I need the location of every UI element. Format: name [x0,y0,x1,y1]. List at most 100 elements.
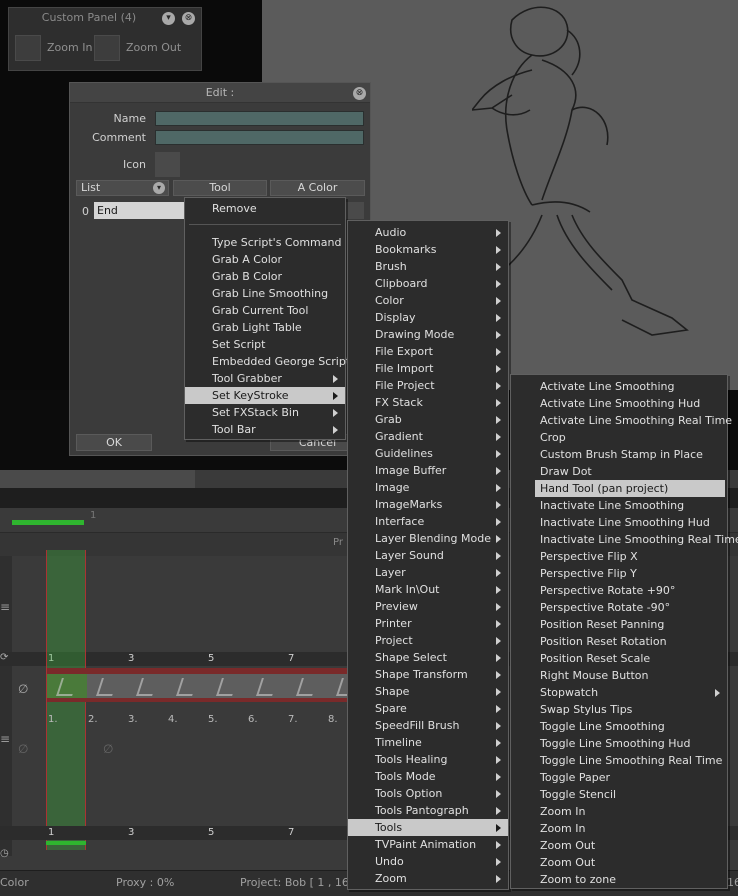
menu-item-zoom-in[interactable]: Zoom In [535,820,725,837]
menu-item-inactivate-line-smoothing-hud[interactable]: Inactivate Line Smoothing Hud [535,514,725,531]
list-row-value[interactable]: End [94,202,184,219]
menu-item-set-keystroke[interactable]: Set KeyStroke [185,387,345,404]
visibility-icon[interactable]: ∅ [103,742,113,756]
menu-item-perspective-rotate-90[interactable]: Perspective Rotate +90° [535,582,725,599]
tool-column-header[interactable]: Tool [173,180,267,196]
menu-item-color[interactable]: Color [348,292,508,309]
menu-item-grab-a-color[interactable]: Grab A Color [185,251,345,268]
menu-item-toggle-line-smoothing-real-time[interactable]: Toggle Line Smoothing Real Time [535,752,725,769]
menu-item-draw-dot[interactable]: Draw Dot [535,463,725,480]
menu-item-zoom-out[interactable]: Zoom Out [535,854,725,871]
menu-item-activate-line-smoothing[interactable]: Activate Line Smoothing [535,378,725,395]
menu-item-shape-select[interactable]: Shape Select [348,649,508,666]
menu-item-inactivate-line-smoothing-real-time[interactable]: Inactivate Line Smoothing Real Time [535,531,738,548]
menu-item-guidelines[interactable]: Guidelines [348,445,508,462]
menu-item-project[interactable]: Project [348,632,508,649]
menu-item-position-reset-panning[interactable]: Position Reset Panning [535,616,725,633]
menu-item-timeline[interactable]: Timeline [348,734,508,751]
menu-item-toggle-line-smoothing-hud[interactable]: Toggle Line Smoothing Hud [535,735,725,752]
chevron-down-icon[interactable]: ▾ [162,12,175,25]
menu-item-file-export[interactable]: File Export [348,343,508,360]
menu-item-inactivate-line-smoothing[interactable]: Inactivate Line Smoothing [535,497,725,514]
menu-item-drawing-mode[interactable]: Drawing Mode [348,326,508,343]
loop-icon[interactable]: ⟳ [0,652,8,663]
play-range-bar[interactable] [12,520,84,525]
menu-item-brush[interactable]: Brush [348,258,508,275]
menu-item-tools-option[interactable]: Tools Option [348,785,508,802]
menu-item-audio[interactable]: Audio [348,224,508,241]
menu-item-layer[interactable]: Layer [348,564,508,581]
row-cell[interactable] [346,202,364,219]
menu-item-tool-bar[interactable]: Tool Bar [185,421,345,438]
menu-item-crop[interactable]: Crop [535,429,725,446]
clock-icon[interactable]: ◷ [0,848,9,859]
animation-cell[interactable] [287,668,327,702]
menu-item-grab[interactable]: Grab [348,411,508,428]
menu-item-grab-light-table[interactable]: Grab Light Table [185,319,345,336]
menu-item-file-project[interactable]: File Project [348,377,508,394]
menu-item-shape-transform[interactable]: Shape Transform [348,666,508,683]
list-column-header[interactable]: List ▾ [76,180,169,196]
menu-item-activate-line-smoothing-real-time[interactable]: Activate Line Smoothing Real Time [535,412,732,429]
menu-item-swap-stylus-tips[interactable]: Swap Stylus Tips [535,701,725,718]
menu-item-remove[interactable]: Remove [185,200,345,217]
menu-item-bookmarks[interactable]: Bookmarks [348,241,508,258]
animation-cell[interactable] [167,668,207,702]
menu-item-zoom-to-zone[interactable]: Zoom to zone [535,871,725,888]
menu-item-interface[interactable]: Interface [348,513,508,530]
menu-item-tools-healing[interactable]: Tools Healing [348,751,508,768]
menu-item-mark-in-out[interactable]: Mark In\Out [348,581,508,598]
menu-item-grab-b-color[interactable]: Grab B Color [185,268,345,285]
menu-item-layer-sound[interactable]: Layer Sound [348,547,508,564]
menu-item-fx-stack[interactable]: FX Stack [348,394,508,411]
animation-cell[interactable] [127,668,167,702]
menu-item-set-script[interactable]: Set Script [185,336,345,353]
menu-item-toggle-stencil[interactable]: Toggle Stencil [535,786,725,803]
close-icon[interactable]: ⊗ [182,12,195,25]
menu-item-tools-mode[interactable]: Tools Mode [348,768,508,785]
menu-item-tool-grabber[interactable]: Tool Grabber [185,370,345,387]
menu-item-undo[interactable]: Undo [348,853,508,870]
zoom-out-icon[interactable] [94,35,120,61]
menu-icon[interactable]: ≡ [0,600,10,614]
menu-item-tvpaint-animation[interactable]: TVPaint Animation [348,836,508,853]
menu-item-speedfill-brush[interactable]: SpeedFill Brush [348,717,508,734]
zoom-out-button[interactable]: Zoom Out [126,41,181,54]
menu-item-image-buffer[interactable]: Image Buffer [348,462,508,479]
menu-item-set-fxstack-bin[interactable]: Set FXStack Bin [185,404,345,421]
menu-icon[interactable]: ≡ [0,732,10,746]
menu-item-display[interactable]: Display [348,309,508,326]
menu-item-grab-current-tool[interactable]: Grab Current Tool [185,302,345,319]
menu-item-custom-brush-stamp-in-place[interactable]: Custom Brush Stamp in Place [535,446,725,463]
menu-item-printer[interactable]: Printer [348,615,508,632]
visibility-icon[interactable]: ∅ [18,682,28,696]
menu-item-zoom-in[interactable]: Zoom In [535,803,725,820]
menu-item-preview[interactable]: Preview [348,598,508,615]
menu-item-spare[interactable]: Spare [348,700,508,717]
menu-item-perspective-rotate-90[interactable]: Perspective Rotate -90° [535,599,725,616]
menu-item-position-reset-rotation[interactable]: Position Reset Rotation [535,633,725,650]
name-field[interactable] [155,111,364,126]
animation-cell[interactable] [247,668,287,702]
visibility-icon[interactable]: ∅ [18,742,28,756]
menu-item-type-script-s-command[interactable]: Type Script's Command [185,234,345,251]
animation-cell[interactable] [207,668,247,702]
menu-item-zoom[interactable]: Zoom [348,870,508,887]
zoom-in-icon[interactable] [15,35,41,61]
color-column-header[interactable]: A Color [270,180,365,196]
zoom-in-button[interactable]: Zoom In [47,41,92,54]
menu-item-tools[interactable]: Tools [348,819,508,836]
ok-button[interactable]: OK [76,434,152,451]
menu-item-hand-tool-pan-project[interactable]: Hand Tool (pan project) [535,480,725,497]
menu-item-activate-line-smoothing-hud[interactable]: Activate Line Smoothing Hud [535,395,725,412]
menu-item-tools-pantograph[interactable]: Tools Pantograph [348,802,508,819]
menu-item-file-import[interactable]: File Import [348,360,508,377]
menu-item-grab-line-smoothing[interactable]: Grab Line Smoothing [185,285,345,302]
menu-item-image[interactable]: Image [348,479,508,496]
icon-picker[interactable] [155,152,180,177]
menu-item-perspective-flip-x[interactable]: Perspective Flip X [535,548,725,565]
menu-item-toggle-line-smoothing[interactable]: Toggle Line Smoothing [535,718,725,735]
menu-item-embedded-george-script[interactable]: Embedded George Script [185,353,350,370]
menu-item-zoom-out[interactable]: Zoom Out [535,837,725,854]
comment-field[interactable] [155,130,364,145]
